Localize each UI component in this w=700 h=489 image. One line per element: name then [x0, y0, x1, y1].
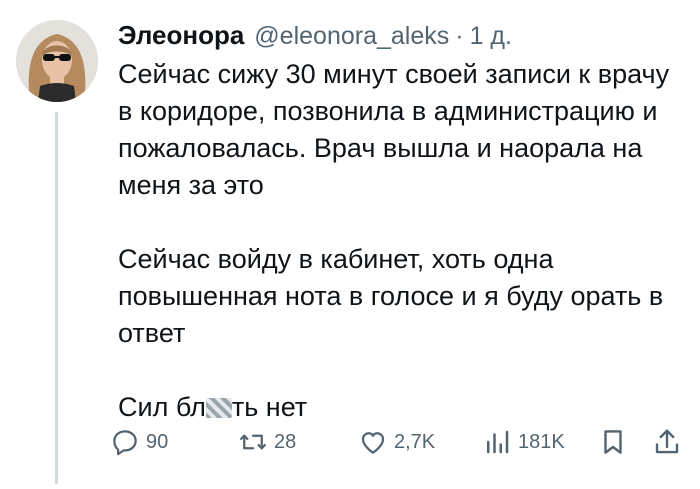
reply-count: 90 — [146, 430, 169, 453]
tweet-timestamp[interactable]: 1 д. — [470, 22, 512, 51]
tweet-paragraph: Сейчас сижу 30 минут своей записи к врач… — [118, 59, 670, 200]
like-count: 2,7K — [394, 430, 436, 453]
retweet-icon — [238, 427, 268, 457]
retweet-count: 28 — [274, 430, 297, 453]
views-count: 181K — [518, 430, 565, 453]
tweet-header: Элеонора @eleonora_aleks · 1 д. — [118, 20, 512, 54]
like-button[interactable]: 2,7K — [358, 424, 435, 460]
action-bar: 90 28 2,7K 181K — [110, 424, 690, 460]
author-handle[interactable]: @eleonora_aleks — [254, 22, 449, 51]
retweet-button[interactable]: 28 — [238, 424, 296, 460]
reply-icon — [110, 427, 140, 457]
separator-dot: · — [455, 22, 464, 50]
bookmark-icon — [598, 427, 628, 457]
avatar-photo — [16, 20, 98, 102]
bookmark-button[interactable] — [598, 424, 628, 460]
thread-line — [55, 112, 58, 484]
share-button[interactable] — [652, 424, 682, 460]
author-name[interactable]: Элеонора — [118, 20, 244, 51]
avatar[interactable] — [16, 20, 98, 102]
censor-blur — [205, 398, 232, 418]
views-button[interactable]: 181K — [482, 424, 565, 460]
views-icon — [482, 427, 512, 457]
tweet-text-after-censor: ть нет — [231, 392, 308, 422]
tweet-text: Сейчас сижу 30 минут своей записи к врач… — [118, 56, 688, 426]
reply-button[interactable]: 90 — [110, 424, 168, 460]
tweet-paragraph-last: Сил бл ть нет — [118, 389, 688, 426]
heart-icon — [358, 427, 388, 457]
tweet-paragraph: Сейчас войду в кабинет, хоть одна повыше… — [118, 244, 664, 348]
tweet-text-before-censor: Сил бл — [118, 392, 206, 422]
share-icon — [652, 427, 682, 457]
